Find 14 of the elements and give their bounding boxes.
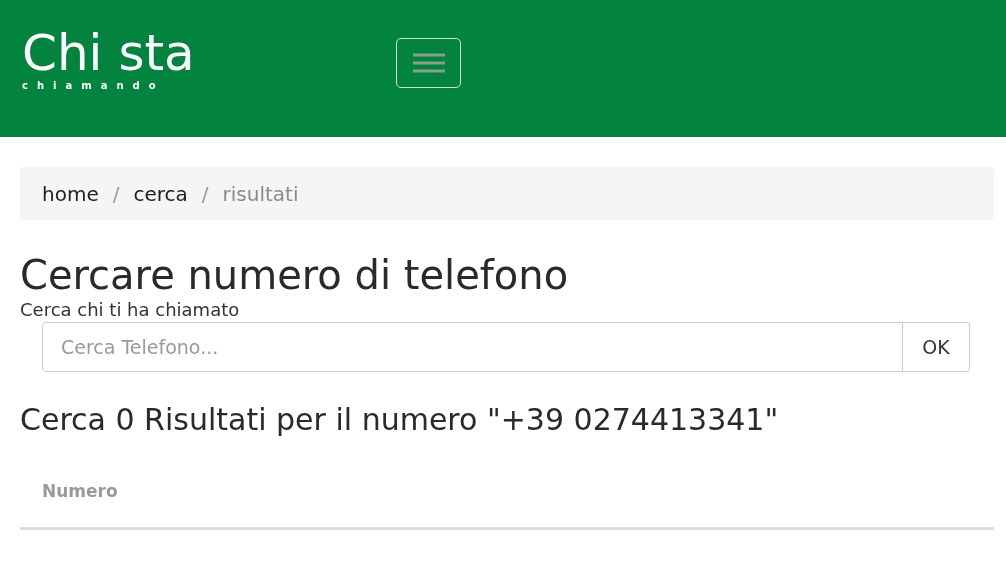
breadcrumb-link[interactable]: home bbox=[42, 181, 99, 206]
page-title: Cercare numero di telefono bbox=[20, 252, 570, 298]
column-header: Numero bbox=[42, 481, 118, 501]
logo-title[interactable]: Chi sta bbox=[22, 26, 195, 80]
ok-button[interactable]: OK bbox=[903, 322, 970, 372]
breadcrumb-separator: / bbox=[201, 181, 209, 206]
breadcrumb-link[interactable]: cerca bbox=[133, 181, 188, 206]
results-heading: Cerca 0 Risultati per il numero "+39 0274413341" bbox=[20, 402, 780, 437]
menu-icon bbox=[411, 52, 446, 74]
breadcrumb-separator: / bbox=[112, 181, 120, 206]
logo-subtitle: chiamando bbox=[22, 80, 165, 91]
search-field[interactable]: Cerca Telefono... bbox=[42, 322, 903, 372]
page-subtitle: Cerca chi ti ha chiamato bbox=[20, 298, 241, 322]
menu-button[interactable] bbox=[396, 38, 461, 88]
